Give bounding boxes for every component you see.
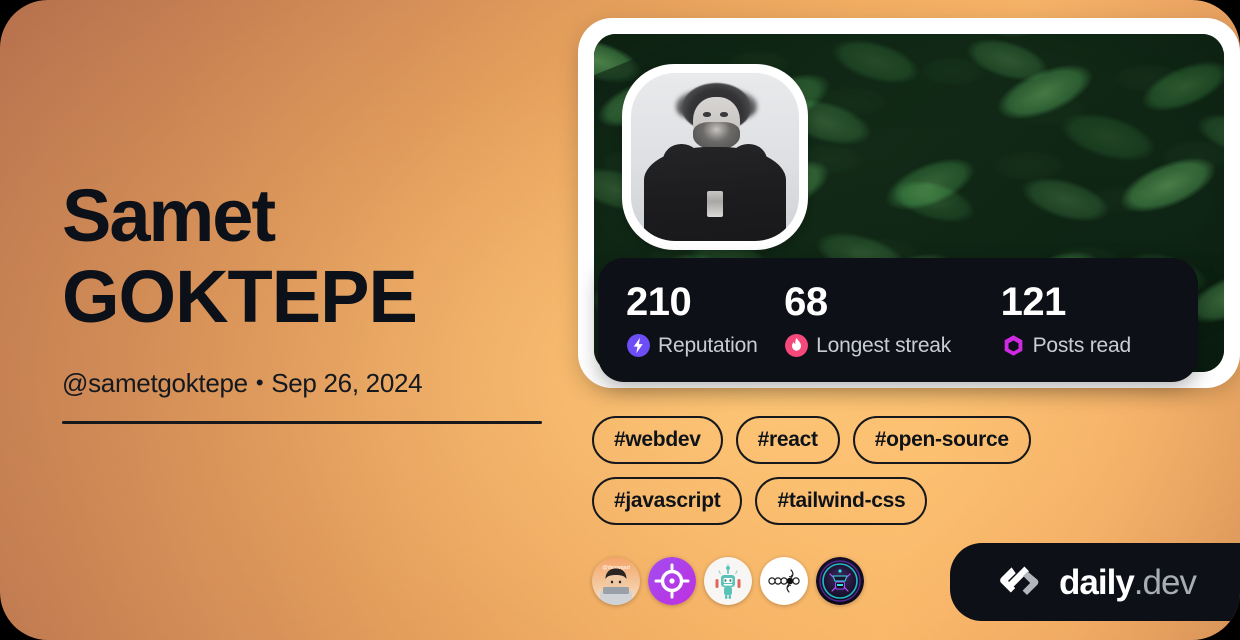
avatar-frame — [622, 64, 808, 250]
stat-posts-read-value: 121 — [1000, 280, 1067, 324]
portrait-eye-right — [720, 112, 728, 117]
meta-separator-dot: • — [255, 370, 264, 396]
stat-reputation-label-row: Reputation — [626, 333, 784, 358]
node-chain-icon — [760, 557, 808, 605]
stat-longest-streak: 68 Longest streak — [784, 282, 1000, 358]
badge-row: @deswqad — [592, 557, 864, 605]
devcard: Samet GOKTEPE @sametgoktepe • Sep 26, 2024 — [0, 0, 1240, 640]
tag-open-source[interactable]: #open-source — [852, 416, 1031, 464]
stat-longest-streak-value: 68 — [784, 280, 828, 324]
neon-cyber-icon — [816, 557, 864, 605]
profile-handle: @sametgoktepe — [62, 368, 248, 399]
stat-reputation: 210 Reputation — [626, 282, 784, 358]
robot-mascot-badge[interactable] — [704, 557, 752, 605]
tag-webdev[interactable]: #webdev — [592, 416, 723, 464]
portrait-eye-left — [703, 112, 711, 117]
stat-longest-streak-label: Longest streak — [816, 333, 952, 357]
tag-tailwind-css[interactable]: #tailwind-css — [755, 477, 928, 525]
stat-posts-read-label: Posts read — [1032, 333, 1132, 357]
crosshair-target-badge[interactable] — [648, 557, 696, 605]
brand-word-dev: .dev — [1133, 562, 1197, 602]
ring-icon — [1004, 335, 1022, 356]
tag-javascript[interactable]: #javascript — [592, 477, 743, 525]
profile-identity-block: Samet GOKTEPE @sametgoktepe • Sep 26, 2024 — [62, 174, 562, 425]
portrait-beard — [693, 121, 741, 151]
profile-meta-row: @sametgoktepe • Sep 26, 2024 — [62, 368, 562, 399]
daily-dev-logo-badge: daily.dev — [950, 543, 1240, 621]
crosshair-icon — [648, 557, 696, 605]
neon-cyber-badge[interactable] — [816, 557, 864, 605]
stats-bar: 210 Reputation 68 Longest streak 121 Pos… — [598, 258, 1198, 382]
node-chain-badge[interactable] — [760, 557, 808, 605]
daily-dev-code-icon — [1000, 566, 1039, 595]
profile-first-name: Samet — [62, 174, 276, 257]
stat-reputation-value: 210 — [626, 280, 692, 324]
portrait-hoodie-graphic — [707, 190, 723, 218]
stat-longest-streak-label-row: Longest streak — [784, 333, 1000, 358]
daily-dev-wordmark: daily.dev — [1059, 562, 1197, 602]
avatar — [631, 73, 799, 241]
stat-posts-read-label-row: Posts read — [1001, 333, 1170, 358]
profile-joined-date: Sep 26, 2024 — [271, 368, 423, 399]
stat-posts-read: 121 Posts read — [1001, 282, 1170, 358]
profile-last-name: GOKTEPE — [62, 255, 418, 339]
robot-icon — [704, 557, 752, 605]
tag-list: #webdev #react #open-source #javascript … — [592, 416, 1192, 525]
memoji-avatar-icon: @deswqad — [592, 557, 640, 605]
brand-word-daily: daily — [1059, 562, 1135, 602]
tag-react[interactable]: #react — [735, 416, 840, 464]
lightning-bolt-icon — [627, 334, 650, 357]
memoji-avatar-badge[interactable]: @deswqad — [592, 557, 640, 605]
flame-icon — [785, 334, 809, 357]
stat-reputation-label: Reputation — [658, 333, 758, 357]
section-divider — [62, 421, 542, 425]
